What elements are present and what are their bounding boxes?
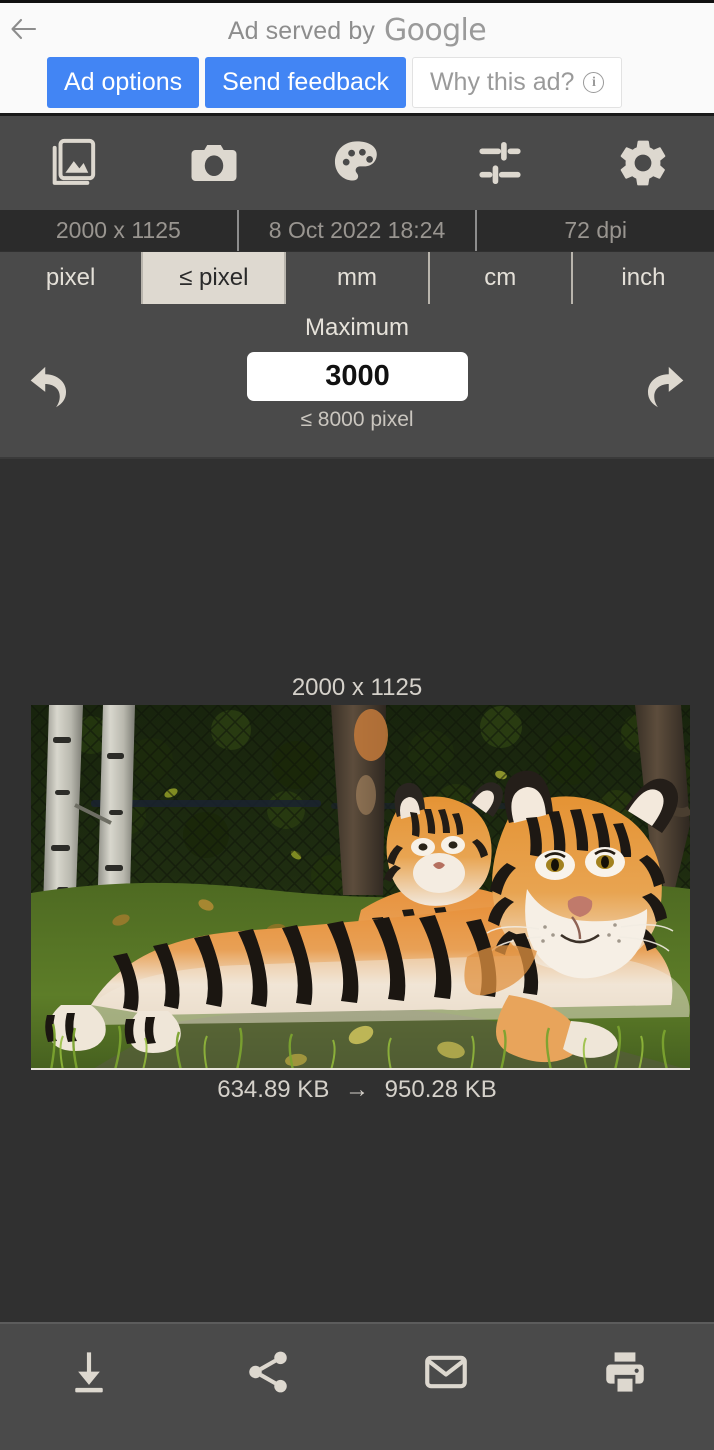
redo-arrow-icon[interactable] [628, 358, 700, 420]
tune-glyph [479, 141, 521, 185]
unit-tab-cm[interactable]: cm [429, 252, 571, 304]
info-dpi: 72 dpi [475, 210, 714, 251]
unit-tab-pixel[interactable]: pixel [0, 252, 142, 304]
google-wordmark: Google [383, 12, 487, 48]
undo-glyph [30, 366, 67, 408]
ad-served-by-label: Ad served by Google [0, 11, 714, 51]
preview-area: 2000 x 1125 634.89 KB → 950.28 KB [0, 459, 714, 1322]
ad-button-group: Ad options Send feedback Why this ad? i [47, 57, 628, 108]
unit-tab-bar: pixel ≤ pixel mm cm inch [0, 252, 714, 304]
settings-gear-icon[interactable] [571, 116, 714, 210]
why-this-ad-label: Why this ad? [429, 68, 575, 96]
gallery-glyph [53, 138, 96, 185]
image-preview[interactable] [31, 705, 690, 1070]
tiger-photo-illustration [31, 705, 690, 1068]
unit-tab-inch[interactable]: inch [572, 252, 714, 304]
maximum-value-input[interactable] [247, 352, 468, 401]
image-info-row: 2000 x 1125 8 Oct 2022 18:24 72 dpi [0, 210, 714, 251]
ad-served-by-text: Ad served by [227, 16, 375, 45]
download-glyph [75, 1352, 103, 1393]
email-icon[interactable] [357, 1324, 536, 1420]
print-icon[interactable] [536, 1324, 714, 1420]
print-glyph [606, 1352, 644, 1392]
maximum-label: Maximum [304, 314, 409, 341]
size-after: 950.28 KB [384, 1076, 497, 1103]
file-size-comparison: 634.89 KB → 950.28 KB [0, 1076, 714, 1104]
camera-glyph [191, 145, 237, 181]
camera-icon[interactable] [143, 116, 286, 210]
image-resizer-app: Ad served by Google Ad options Send feed… [0, 0, 714, 1450]
resize-control-panel: Maximum ≤ 8000 pixel [0, 304, 714, 459]
info-date: 8 Oct 2022 18:24 [236, 210, 476, 251]
download-icon[interactable] [0, 1324, 179, 1420]
top-toolbar [0, 113, 714, 210]
size-arrow-icon: → [345, 1076, 369, 1103]
size-before: 634.89 KB [217, 1076, 330, 1103]
ad-banner: Ad served by Google Ad options Send feed… [0, 0, 714, 113]
gallery-icon[interactable] [0, 116, 143, 210]
palette-glyph [334, 141, 377, 181]
maximum-hint: ≤ 8000 pixel [300, 408, 414, 431]
redo-glyph [647, 366, 684, 408]
undo-arrow-icon[interactable] [14, 358, 86, 420]
maximum-input-wrapper[interactable] [247, 352, 468, 401]
email-glyph [425, 1355, 468, 1389]
tune-icon[interactable] [428, 116, 571, 210]
send-feedback-button[interactable]: Send feedback [205, 57, 406, 108]
info-icon: i [583, 72, 605, 93]
info-dimensions: 2000 x 1125 [55, 217, 181, 243]
share-icon[interactable] [179, 1324, 358, 1420]
ad-options-button[interactable]: Ad options [47, 57, 200, 108]
bottom-action-bar [0, 1322, 714, 1450]
gear-glyph [620, 140, 665, 186]
palette-icon[interactable] [286, 116, 429, 210]
unit-tab-max-pixel[interactable]: ≤ pixel [143, 252, 285, 304]
why-this-ad-button[interactable]: Why this ad? i [411, 57, 623, 108]
share-glyph [249, 1351, 287, 1393]
preview-dimensions-label: 2000 x 1125 [291, 674, 423, 701]
unit-tab-mm[interactable]: mm [286, 252, 428, 304]
